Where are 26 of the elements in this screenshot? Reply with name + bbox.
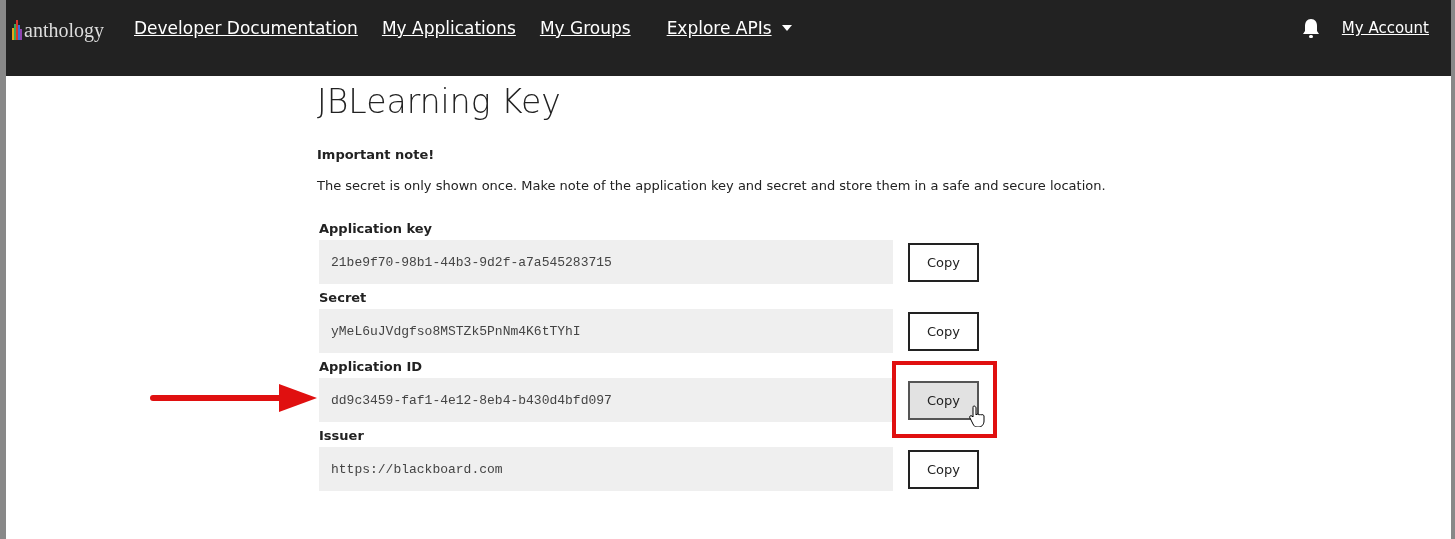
copy-button[interactable]: Copy [908, 380, 979, 420]
copy-button[interactable]: Copy [908, 242, 979, 282]
nav-link[interactable]: Explore APIs [666, 18, 792, 38]
field-label: Secret [319, 290, 368, 305]
field-label: Issuer [319, 428, 365, 443]
bell-icon[interactable] [1301, 18, 1320, 38]
copy-button[interactable]: Copy [908, 311, 979, 351]
value-field[interactable]: https://blackboard.com [319, 447, 893, 491]
nav-link[interactable]: My Groups [539, 18, 631, 38]
page-title: JBLearning Key [317, 82, 562, 121]
field-label: Application ID [319, 359, 424, 374]
note-heading: Important note! [317, 147, 436, 162]
value-field[interactable]: dd9c3459-faf1-4e12-8eb4-b430d4bfd097 [319, 378, 893, 422]
nav-link[interactable]: Developer Documentation [134, 18, 358, 38]
bars-logo-icon [12, 20, 22, 40]
copy-button[interactable]: Copy [908, 449, 979, 489]
note-text: The secret is only shown once. Make note of the application key and secret and store them in a safe and secure location. [317, 178, 1107, 193]
caret-icon [781, 25, 792, 31]
nav-link[interactable]: My Applications [381, 18, 516, 38]
account-link[interactable]: My Account [1341, 19, 1429, 37]
value-field[interactable]: 21be9f70-98b1-44b3-9d2f-a7a545283715 [319, 240, 893, 284]
logo-text: anthology [24, 20, 104, 40]
field-label: Application key [319, 221, 434, 236]
hand-cursor-icon [968, 404, 988, 427]
value-field[interactable]: yMeL6uJVdgfso8MSTZk5PnNm4K6tTYhI [319, 309, 893, 353]
arrow-icon [149, 383, 317, 413]
